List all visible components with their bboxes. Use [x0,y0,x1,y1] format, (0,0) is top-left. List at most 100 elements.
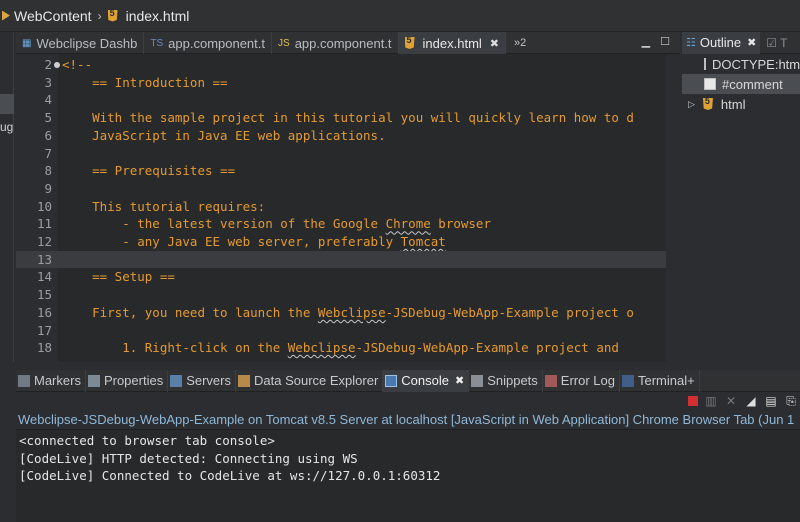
explorer-selection[interactable] [0,94,14,114]
code-line[interactable]: 10 This tutorial requires: [16,198,680,216]
outline-item-html[interactable]: ▷ html [682,94,800,114]
code-line[interactable]: 8 == Prerequisites == [16,162,680,180]
line-number: 14 [36,269,52,285]
code-text: <!-- [62,57,93,72]
tab-overflow-button[interactable]: »2 [506,32,534,53]
code-text: - the latest version of the Google Chrom… [62,215,491,233]
code-line[interactable]: 4 [16,91,680,109]
pin-console-icon[interactable]: ⎘ [784,394,798,408]
tab-data-source-explorer[interactable]: Data Source Explorer [236,369,384,392]
tab-markers[interactable]: Markers [16,369,86,392]
tab-webclipse-dashboard[interactable]: ▦ Webclipse Dashb [16,32,145,54]
code-segment: 1. Right-click on the [62,340,288,356]
outline-icon: ☷ [686,37,696,49]
outline-item-doctype[interactable]: DOCTYPE:htm [682,54,800,74]
outline-item-label: #comment [722,76,783,92]
code-line[interactable]: 5 With the sample project in this tutori… [16,109,680,127]
minimize-icon[interactable]: ▁ [642,35,650,48]
tab-outline[interactable]: ☷ Outline ✖ [682,31,761,54]
console-output[interactable]: <connected to browser tab console> [Code… [16,430,800,522]
code-editor[interactable]: 2 <!-- 3 == Introduction == 4 5 With the sam… [16,54,680,362]
remove-all-icon[interactable]: ✕ [724,394,738,408]
console-toolbar: ▥ ✕ ◢ ▤ ⎘ [16,392,800,410]
code-line[interactable]: 13 [16,250,680,269]
code-text: 1. Right-click on the Webclipse-JSDebug-… [62,339,619,357]
webclipse-icon: ▦ [22,37,32,49]
editor-scrollbar[interactable] [666,54,680,362]
code-text: == Introduction == [62,74,228,90]
line-number: 16 [36,304,52,320]
console-line: <connected to browser tab console> [19,433,275,448]
spelling-warning[interactable]: Webclipse [318,305,386,320]
typescript-icon: TS [150,37,164,49]
code-segment: - the latest version of the Google [62,216,386,232]
code-line[interactable]: 9 [16,180,680,198]
code-line[interactable]: 3 == Introduction == [16,74,680,92]
expand-arrow-icon[interactable]: ▷ [688,99,695,110]
line-number: 5 [44,110,52,126]
remove-launch-icon[interactable]: ▥ [704,394,718,408]
scroll-lock-icon[interactable]: ▤ [764,394,778,408]
close-icon[interactable]: ✖ [455,374,464,387]
html5-icon [702,98,713,110]
line-number: 9 [44,180,52,196]
breadcrumb-file[interactable]: index.html [107,8,189,24]
close-icon[interactable]: ✖ [747,36,756,49]
code-line[interactable]: 17 [16,322,680,340]
line-number: 2 [44,57,52,72]
explorer-truncated-text: ug [0,120,14,134]
tab-properties[interactable]: Properties [86,369,169,392]
code-line[interactable]: 18 1. Right-click on the Webclipse-JSDeb… [16,339,680,357]
properties-icon [87,374,100,387]
fold-toggle-icon[interactable] [54,62,60,68]
javascript-icon: JS [278,37,290,49]
console-description: Webclipse-JSDebug-WebApp-Example on Tomc… [16,410,800,430]
chevron-right-icon: › [97,8,102,23]
servers-icon [170,374,183,387]
spelling-warning[interactable]: Chrome [386,216,431,231]
spelling-warning[interactable]: Webclipse [288,340,356,355]
code-line[interactable]: 15 [16,286,680,304]
code-line[interactable]: 14 == Setup == [16,268,680,286]
markers-icon [18,374,30,387]
code-line[interactable]: 2 <!-- [16,56,680,74]
outline-item-label: DOCTYPE:htm [712,56,800,72]
line-number: 15 [36,287,52,303]
breadcrumb-project-label: WebContent [14,7,92,24]
code-line[interactable]: 12 - any Java EE web server, preferably … [16,233,680,251]
tab-error-log[interactable]: Error Log [543,369,620,392]
tab-terminal[interactable]: Terminal+ [620,369,700,392]
tab-console[interactable]: Console ✖ [383,369,470,392]
line-number: 8 [44,163,52,179]
code-line[interactable]: 7 [16,145,680,163]
code-line[interactable]: 6 JavaScript in Java EE web applications… [16,127,680,145]
spelling-warning[interactable]: Tomcat [401,234,446,249]
breadcrumb-project[interactable]: WebContent [2,8,92,24]
console-line: [CodeLive] Connected to CodeLive at ws:/… [19,468,441,483]
line-number: 6 [44,127,52,143]
tab-label: Properties [103,373,164,388]
tab-index-html[interactable]: index.html ✖ [398,32,507,54]
tab-app-component-ts[interactable]: TS app.component.t [144,32,273,54]
close-icon[interactable]: ✖ [490,37,499,50]
line-number: 7 [44,145,52,161]
tab-task-list[interactable]: ☑ T [760,36,787,50]
maximize-icon[interactable]: ☐ [660,35,670,48]
outline-item-comment[interactable]: #comment [682,74,800,94]
folder-icon [2,10,10,21]
tab-app-component-js[interactable]: JS app.component.t [272,32,399,54]
tab-label: Snippets [487,373,538,388]
tab-label: Markers [34,373,81,388]
terminate-icon[interactable] [688,396,698,406]
line-number: 12 [36,234,52,249]
tab-servers[interactable]: Servers [168,369,236,392]
code-line[interactable]: 16 First, you need to launch the Webclip… [16,304,680,322]
tab-label: app.component.t [168,35,266,51]
doctype-icon [704,58,706,70]
clear-console-icon[interactable]: ◢ [744,394,758,408]
tab-snippets[interactable]: Snippets [469,369,543,392]
outline-item-label: html [720,96,746,112]
code-line[interactable]: 11 - the latest version of the Google Ch… [16,215,680,233]
editor-tab-bar: ▦ Webclipse Dashb TS app.component.t JS … [16,32,680,54]
line-number: 18 [36,340,52,356]
